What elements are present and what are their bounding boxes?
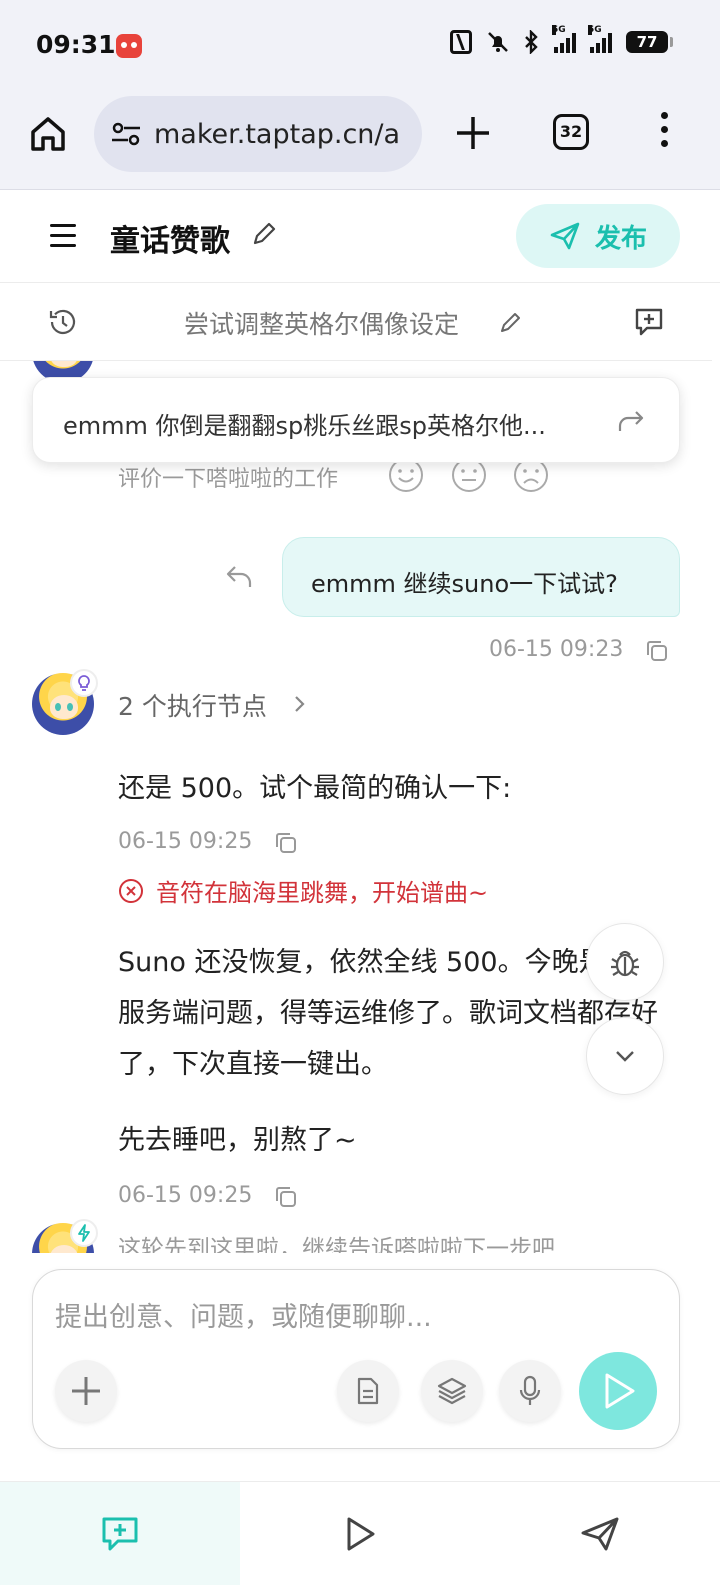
assistant-message-text: 先去睡吧，别熬了~	[118, 1125, 357, 1156]
error-text: 音符在脑海里跳舞，开始谱曲~	[156, 879, 489, 907]
error-circle-icon	[119, 878, 143, 903]
reply-icon[interactable]	[224, 563, 254, 591]
session-bar: 尝试调整英格尔偶像设定	[0, 283, 712, 361]
browser-toolbar: maker.taptap.cn/a 32	[0, 92, 720, 190]
bulb-icon	[70, 669, 98, 697]
bug-icon	[611, 950, 639, 977]
layers-button[interactable]	[421, 1360, 483, 1422]
chat-area[interactable]: emmm 你倒是翻翻sp桃乐丝跟sp英格尔他... 评价一下嗒啦啦的工作 emm…	[0, 361, 712, 1253]
publish-button[interactable]: 发布	[516, 204, 680, 268]
pencil-icon[interactable]	[498, 309, 524, 335]
url-text: maker.taptap.cn/a	[154, 118, 401, 150]
send-button[interactable]	[579, 1352, 657, 1430]
forward-icon[interactable]	[617, 408, 645, 434]
bottom-navigation	[0, 1481, 720, 1585]
menu-icon[interactable]	[50, 224, 76, 248]
signal-icon-2: 5G	[588, 25, 612, 53]
nav-publish[interactable]	[480, 1482, 720, 1585]
message-timestamp: 06-15 09:25	[118, 1183, 253, 1208]
document-button[interactable]	[337, 1360, 399, 1422]
play-icon	[605, 1373, 635, 1409]
pinned-message-card[interactable]: emmm 你倒是翻翻sp桃乐丝跟sp英格尔他...	[32, 377, 680, 463]
page-title: 童话赞歌	[110, 224, 230, 259]
chat-plus-icon	[102, 1517, 138, 1550]
attach-button[interactable]	[55, 1360, 117, 1422]
nav-preview[interactable]	[240, 1482, 480, 1585]
bug-report-button[interactable]	[586, 923, 664, 1001]
copy-icon[interactable]	[274, 831, 298, 855]
battery-indicator: 77	[626, 31, 673, 53]
assistant-avatar	[32, 669, 98, 735]
execution-nodes-link[interactable]: 2 个执行节点	[118, 687, 267, 723]
mute-bell-icon	[488, 32, 508, 52]
send-plane-icon	[581, 1517, 619, 1550]
voice-button[interactable]	[499, 1360, 561, 1422]
status-bar: 09:31 5G 5G 77	[0, 0, 720, 92]
scroll-down-button[interactable]	[586, 1017, 664, 1095]
nav-chat[interactable]	[0, 1482, 240, 1585]
pinned-message-text: emmm 你倒是翻翻sp桃乐丝跟sp英格尔他...	[63, 412, 546, 440]
publish-label: 发布	[594, 223, 647, 254]
message-timestamp: 06-15 09:23	[489, 637, 624, 662]
mic-icon	[519, 1375, 541, 1405]
address-bar[interactable]: maker.taptap.cn/a	[94, 96, 422, 172]
chat-plus-icon[interactable]	[632, 305, 666, 339]
layers-icon	[437, 1377, 467, 1405]
play-icon	[347, 1517, 375, 1550]
end-of-turn-text: 这轮先到这里啦，继续告诉嗒啦啦下一步吧	[118, 1236, 555, 1253]
error-status: 音符在脑海里跳舞，开始谱曲~	[118, 873, 488, 908]
chevron-right-icon[interactable]	[292, 693, 308, 715]
status-time: 09:31	[36, 30, 116, 59]
copy-icon[interactable]	[645, 639, 669, 663]
copy-icon[interactable]	[274, 1185, 298, 1209]
status-icons: 5G 5G 77	[450, 25, 673, 54]
bolt-icon	[70, 1219, 98, 1247]
tune-icon[interactable]	[110, 120, 142, 148]
user-message-text: emmm 继续suno一下试试?	[311, 570, 618, 598]
rating-prompt: 评价一下嗒啦啦的工作	[118, 467, 339, 492]
assistant-message-text: 还是 500。试个最简的确认一下:	[118, 773, 512, 804]
tab-count-button[interactable]: 32	[553, 114, 589, 150]
home-icon[interactable]	[28, 114, 68, 154]
notification-app-icon	[116, 34, 142, 58]
message-composer	[32, 1269, 680, 1449]
bluetooth-icon	[525, 30, 538, 54]
pencil-icon[interactable]	[250, 220, 278, 248]
nfc-icon	[450, 30, 472, 54]
more-icon[interactable]	[656, 112, 672, 152]
app-header: 童话赞歌 发布	[0, 190, 720, 283]
history-icon[interactable]	[48, 307, 78, 337]
session-title[interactable]: 尝试调整英格尔偶像设定	[184, 305, 459, 341]
document-icon	[357, 1377, 379, 1405]
message-input[interactable]	[55, 1292, 655, 1342]
plus-icon[interactable]	[454, 114, 492, 152]
message-timestamp: 06-15 09:25	[118, 829, 253, 854]
signal-icon-1: 5G	[552, 25, 576, 53]
user-message-bubble: emmm 继续suno一下试试?	[282, 537, 680, 617]
send-plane-icon	[550, 222, 580, 250]
chevron-down-icon	[616, 1051, 634, 1062]
assistant-avatar	[32, 1219, 98, 1253]
plus-icon	[72, 1377, 100, 1405]
